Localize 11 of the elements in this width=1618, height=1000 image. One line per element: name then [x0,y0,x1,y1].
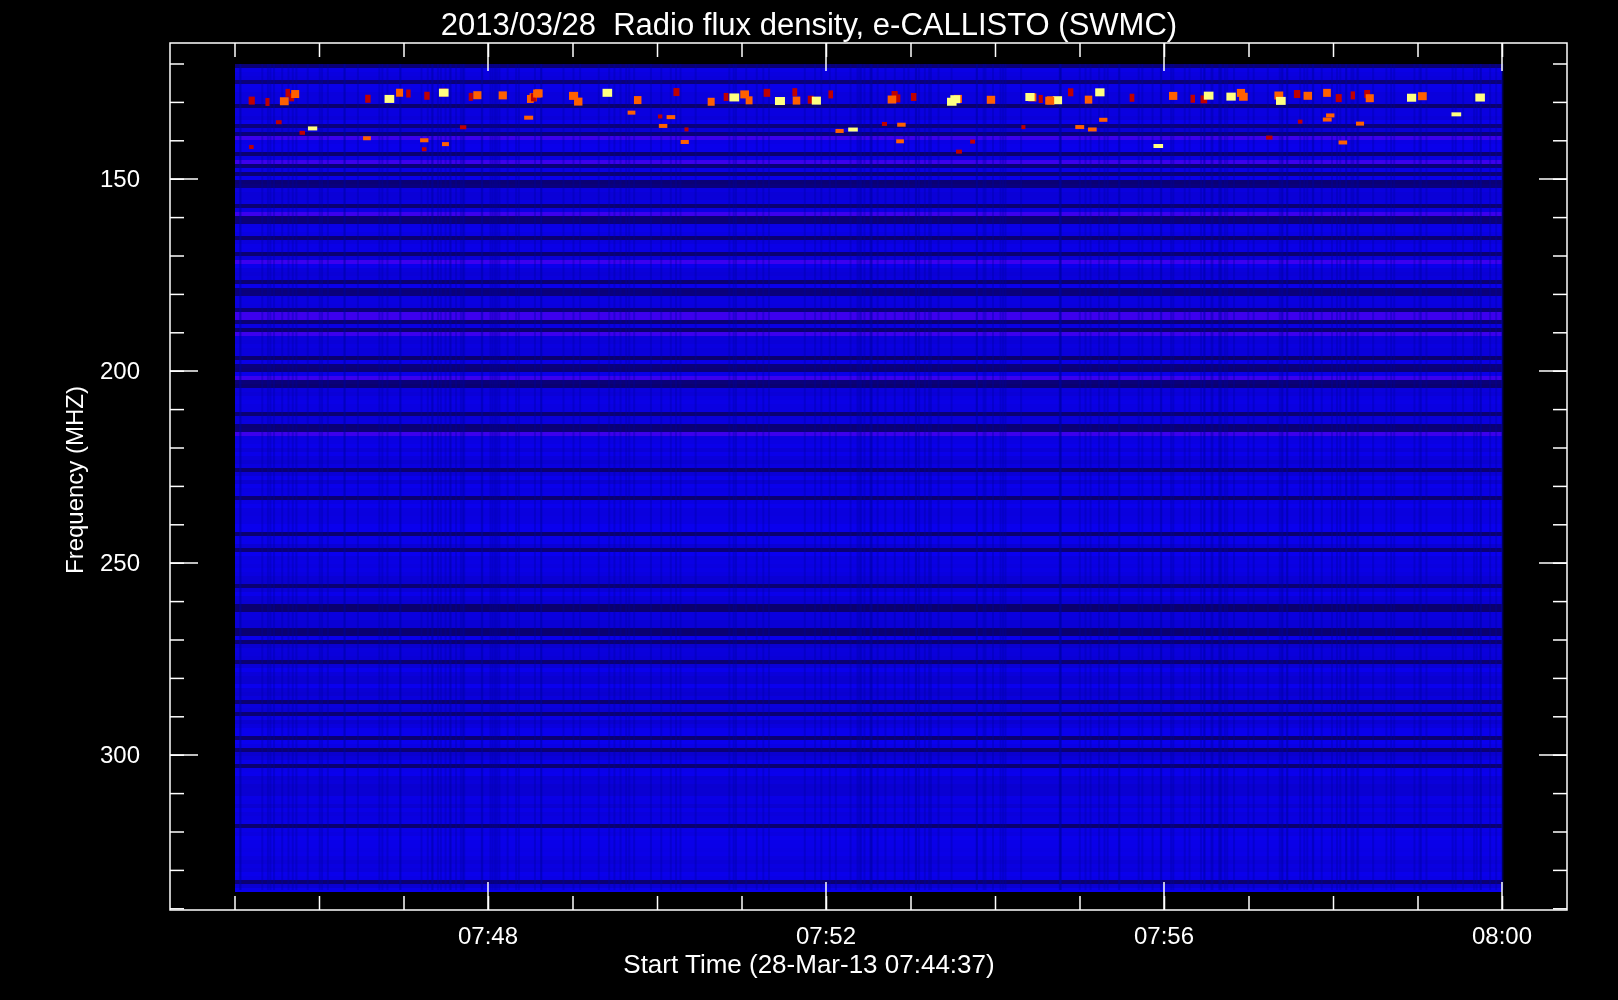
axis-tick-label: 07:48 [456,924,520,948]
axis-tick-label: 250 [100,551,142,575]
x-axis-label: Start Time (28-Mar-13 07:44:37) [622,951,996,977]
y-axis-label: Frequency (MHZ) [63,386,87,574]
axis-tick-label: 07:56 [1132,924,1196,948]
axis-tick-label: 200 [100,359,142,383]
axis-tick-label: 07:52 [794,924,858,948]
chart-title: 2013/03/28 Radio flux density, e-CALLISTO (SWMC) [439,6,1179,44]
axis-tick-label: 08:00 [1470,924,1534,948]
axis-tick-label: 150 [100,167,142,191]
axis-tick-label: 300 [100,743,142,767]
